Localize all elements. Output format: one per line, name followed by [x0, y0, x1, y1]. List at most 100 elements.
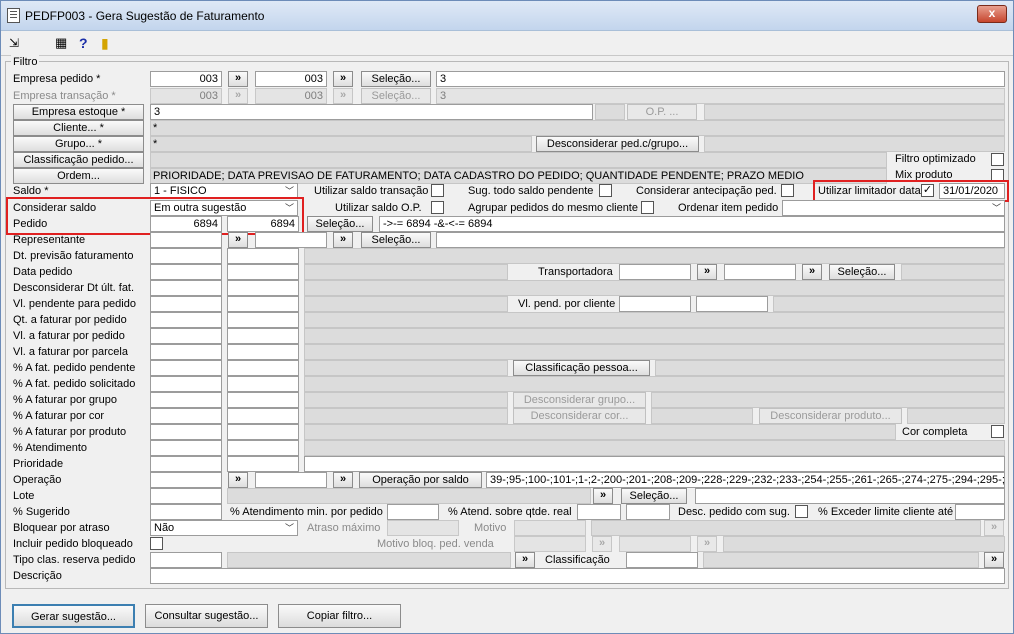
close-button[interactable]: x — [977, 5, 1007, 23]
grupo-button[interactable]: Grupo... * — [13, 136, 144, 152]
empresa-pedido-to[interactable]: 003 — [255, 71, 327, 87]
lote-from[interactable] — [150, 488, 222, 504]
prioridade-from[interactable] — [150, 456, 222, 472]
ordem-button[interactable]: Ordem... — [13, 168, 144, 184]
exit-arrow-icon[interactable]: ⇲ — [9, 35, 19, 51]
lote-selecao-button[interactable]: Seleção... — [621, 488, 687, 504]
bloquear-atraso-select[interactable]: Não ﹀ — [150, 520, 298, 536]
pct-atendimento-to[interactable] — [227, 440, 299, 456]
empresa-pedido-desc[interactable]: 3 — [436, 71, 1005, 87]
empresa-estoque-button[interactable]: Empresa estoque * — [13, 104, 144, 120]
classificacao-field[interactable] — [626, 552, 698, 568]
help-icon[interactable]: ? — [79, 35, 88, 51]
pct-atend-sobre-field[interactable] — [577, 504, 621, 520]
operacao-to[interactable] — [255, 472, 327, 488]
pedido-expression[interactable]: ->-= 6894 -&-<-= 6894 — [379, 216, 1005, 232]
pct-faturar-cor-to[interactable] — [227, 408, 299, 424]
transportadora-arrow-2[interactable]: » — [802, 264, 822, 280]
qt-faturar-to[interactable] — [227, 312, 299, 328]
pct-sugerido-field[interactable] — [150, 504, 222, 520]
desconsiderar-dt-from[interactable] — [150, 280, 222, 296]
gerar-sugestao-button[interactable]: Gerar sugestão... — [12, 604, 135, 628]
desconsiderar-dt-to[interactable] — [227, 280, 299, 296]
prioridade-desc[interactable] — [304, 456, 1005, 472]
dt-previsao-to[interactable] — [227, 248, 299, 264]
pct-faturar-grupo-from[interactable] — [150, 392, 222, 408]
copiar-filtro-button[interactable]: Copiar filtro... — [278, 604, 401, 628]
empresa-pedido-arrow-1[interactable]: » — [228, 71, 248, 87]
vl-pend-cliente-from[interactable] — [619, 296, 691, 312]
pct-fat-pendente-from[interactable] — [150, 360, 222, 376]
table-icon[interactable]: ▦ — [55, 35, 67, 51]
classificacao-arrow[interactable]: » — [984, 552, 1004, 568]
pct-faturar-grupo-to[interactable] — [227, 392, 299, 408]
agrupar-pedidos-checkbox[interactable] — [641, 201, 654, 214]
data-pedido-from[interactable] — [150, 264, 222, 280]
pct-atend-min-field[interactable] — [387, 504, 439, 520]
pct-fat-pendente-to[interactable] — [227, 360, 299, 376]
tipo-clas-field[interactable] — [150, 552, 222, 568]
prioridade-to[interactable] — [227, 456, 299, 472]
tipo-clas-arrow[interactable]: » — [515, 552, 535, 568]
empresa-pedido-from[interactable]: 003 — [150, 71, 222, 87]
incluir-bloqueado-checkbox[interactable] — [150, 537, 163, 550]
representante-desc[interactable] — [436, 232, 1005, 248]
cliente-button[interactable]: Cliente... * — [13, 120, 144, 136]
operacao-arrow-2[interactable]: » — [333, 472, 353, 488]
sug-todo-saldo-checkbox[interactable] — [599, 184, 612, 197]
transportadora-from[interactable] — [619, 264, 691, 280]
pedido-selecao-button[interactable]: Seleção... — [307, 216, 373, 232]
vl-faturar-parcela-to[interactable] — [227, 344, 299, 360]
pct-fat-pendente-bar — [304, 360, 508, 376]
vl-faturar-pedido-from[interactable] — [150, 328, 222, 344]
transportadora-arrow-1[interactable]: » — [697, 264, 717, 280]
pct-atend-sobre-field-2[interactable] — [626, 504, 670, 520]
transportadora-to[interactable] — [724, 264, 796, 280]
representante-arrow-1[interactable]: » — [228, 232, 248, 248]
pct-faturar-produto-to[interactable] — [227, 424, 299, 440]
pct-fat-solicitado-from[interactable] — [150, 376, 222, 392]
empresa-pedido-selecao-button[interactable]: Seleção... — [361, 71, 431, 87]
filtro-optimizado-checkbox[interactable] — [991, 153, 1004, 166]
operacao-list[interactable]: 39-;95-;100-;101-;1-;2-;200-;201-;208-;2… — [486, 472, 1005, 488]
label-classificacao: Classificação — [545, 554, 610, 566]
representante-to[interactable] — [255, 232, 327, 248]
representante-from[interactable] — [150, 232, 222, 248]
operacao-from[interactable] — [150, 472, 222, 488]
data-pedido-to[interactable] — [227, 264, 299, 280]
dt-previsao-from[interactable] — [150, 248, 222, 264]
empresa-pedido-arrow-2[interactable]: » — [333, 71, 353, 87]
operacao-arrow-1[interactable]: » — [228, 472, 248, 488]
vl-pendente-to[interactable] — [227, 296, 299, 312]
operacao-saldo-button[interactable]: Operação por saldo — [359, 472, 482, 488]
representante-arrow-2[interactable]: » — [333, 232, 353, 248]
pct-atendimento-from[interactable] — [150, 440, 222, 456]
vl-faturar-pedido-to[interactable] — [227, 328, 299, 344]
cor-completa-checkbox[interactable] — [991, 425, 1004, 438]
classificacao-pessoa-button[interactable]: Classificação pessoa... — [513, 360, 650, 376]
door-exit-icon[interactable]: ▮ — [101, 35, 109, 51]
qt-faturar-from[interactable] — [150, 312, 222, 328]
lote-arrow[interactable]: » — [593, 488, 613, 504]
consultar-sugestao-button[interactable]: Consultar sugestão... — [145, 604, 268, 628]
vl-pendente-from[interactable] — [150, 296, 222, 312]
ordenar-item-select[interactable]: ﹀ — [782, 200, 1005, 216]
pct-faturar-cor-from[interactable] — [150, 408, 222, 424]
lote-desc[interactable] — [695, 488, 1005, 504]
transportadora-selecao-button[interactable]: Seleção... — [829, 264, 895, 280]
empresa-estoque-field[interactable]: 3 — [150, 104, 593, 120]
pct-fat-solicitado-to[interactable] — [227, 376, 299, 392]
considerar-antecipacao-checkbox[interactable] — [781, 184, 794, 197]
classificacao-pedido-button[interactable]: Classificação pedido... — [13, 152, 144, 168]
vl-pend-cliente-to[interactable] — [696, 296, 768, 312]
vl-faturar-parcela-from[interactable] — [150, 344, 222, 360]
utilizar-saldo-transacao-checkbox[interactable] — [431, 184, 444, 197]
descricao-field[interactable] — [150, 568, 1005, 584]
utilizar-saldo-op-checkbox[interactable] — [431, 201, 444, 214]
representante-selecao-button[interactable]: Seleção... — [361, 232, 431, 248]
desconsiderar-ped-grupo-button[interactable]: Desconsiderar ped.c/grupo... — [536, 136, 699, 152]
pct-exceder-field[interactable] — [955, 504, 1005, 520]
desconsiderar-cor-bar — [651, 408, 753, 424]
pct-faturar-produto-from[interactable] — [150, 424, 222, 440]
desc-pedido-sug-checkbox[interactable] — [795, 505, 808, 518]
